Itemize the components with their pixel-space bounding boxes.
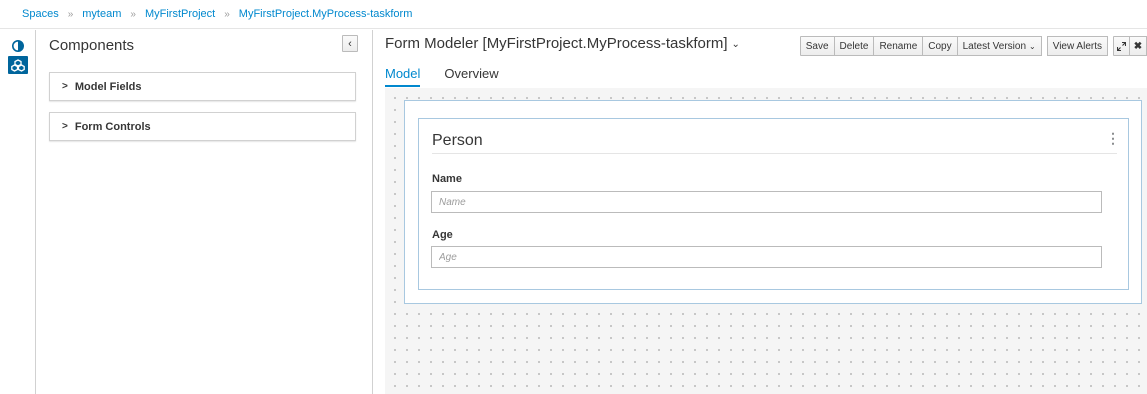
group-label: Model Fields [74,80,142,93]
chevron-right-icon: > [62,81,68,92]
maximize-button[interactable] [1113,36,1130,56]
view-alerts-button[interactable]: View Alerts [1046,36,1108,56]
tab-model[interactable]: Model [385,66,421,87]
layout-row[interactable]: Person ⋮ Name Age [404,100,1142,304]
collapse-palette-button[interactable]: ‹ [342,35,358,52]
expand-icon [1117,41,1126,51]
copy-button[interactable]: Copy [923,36,958,56]
close-icon: ✖ [1133,40,1143,52]
left-icon-bar [0,30,36,394]
panel-divider [432,153,1117,154]
breadcrumb-spaces[interactable]: Spaces [22,8,59,20]
breadcrumb-project[interactable]: MyFirstProject [145,8,215,20]
name-input[interactable] [431,191,1102,213]
editor-tabs: Model Overview [385,66,523,87]
close-button[interactable]: ✖ [1130,36,1147,56]
breadcrumb-myteam[interactable]: myteam [82,8,121,20]
breadcrumb-separator: » [67,8,74,20]
breadcrumb-separator: » [130,8,136,20]
components-palette: Components ‹ > Model Fields > Form Contr… [37,30,373,394]
palette-title: Components [49,36,135,54]
latest-version-label: Latest Version [962,40,1026,52]
palette-header: Components [37,30,372,60]
panel-title: Person [432,132,483,149]
breadcrumb-separator: » [224,8,230,20]
editor-toolbar: Save Delete Rename Copy Latest Version ⌄… [799,36,1147,56]
file-actions-group: Save Delete Rename Copy Latest Version ⌄ [799,36,1042,56]
chevron-down-icon: ⌄ [731,38,740,50]
age-input[interactable] [431,246,1102,268]
save-button[interactable]: Save [799,36,835,56]
half-circle-icon[interactable] [9,37,27,55]
form-canvas[interactable]: Person ⋮ Name Age [385,88,1147,394]
rename-button[interactable]: Rename [874,36,924,56]
group-model-fields[interactable]: > Model Fields [49,72,356,101]
delete-button[interactable]: Delete [834,36,875,56]
group-form-controls[interactable]: > Form Controls [49,112,356,141]
editor-title[interactable]: Form Modeler [MyFirstProject.MyProcess-t… [385,35,740,52]
breadcrumb: Spaces » myteam » MyFirstProject » MyFir… [0,0,1147,29]
window-actions-group: ✖ [1113,36,1147,56]
form-editor: Form Modeler [MyFirstProject.MyProcess-t… [374,30,1147,394]
chevron-right-icon: > [62,121,68,132]
field-label-name: Name [432,173,462,185]
group-label: Form Controls [74,120,151,133]
chevron-left-icon: ‹ [348,37,352,50]
breadcrumb-asset[interactable]: MyFirstProject.MyProcess-taskform [239,8,413,20]
kebab-menu-icon[interactable]: ⋮ [1106,131,1120,145]
latest-version-dropdown[interactable]: Latest Version ⌄ [957,36,1042,56]
subform-panel[interactable]: Person ⋮ Name Age [418,118,1129,290]
field-label-age: Age [432,229,453,241]
chevron-down-icon: ⌄ [1029,41,1036,51]
tab-overview[interactable]: Overview [444,66,498,87]
cubes-icon[interactable] [8,56,28,74]
editor-title-text: Form Modeler [MyFirstProject.MyProcess-t… [385,35,728,52]
